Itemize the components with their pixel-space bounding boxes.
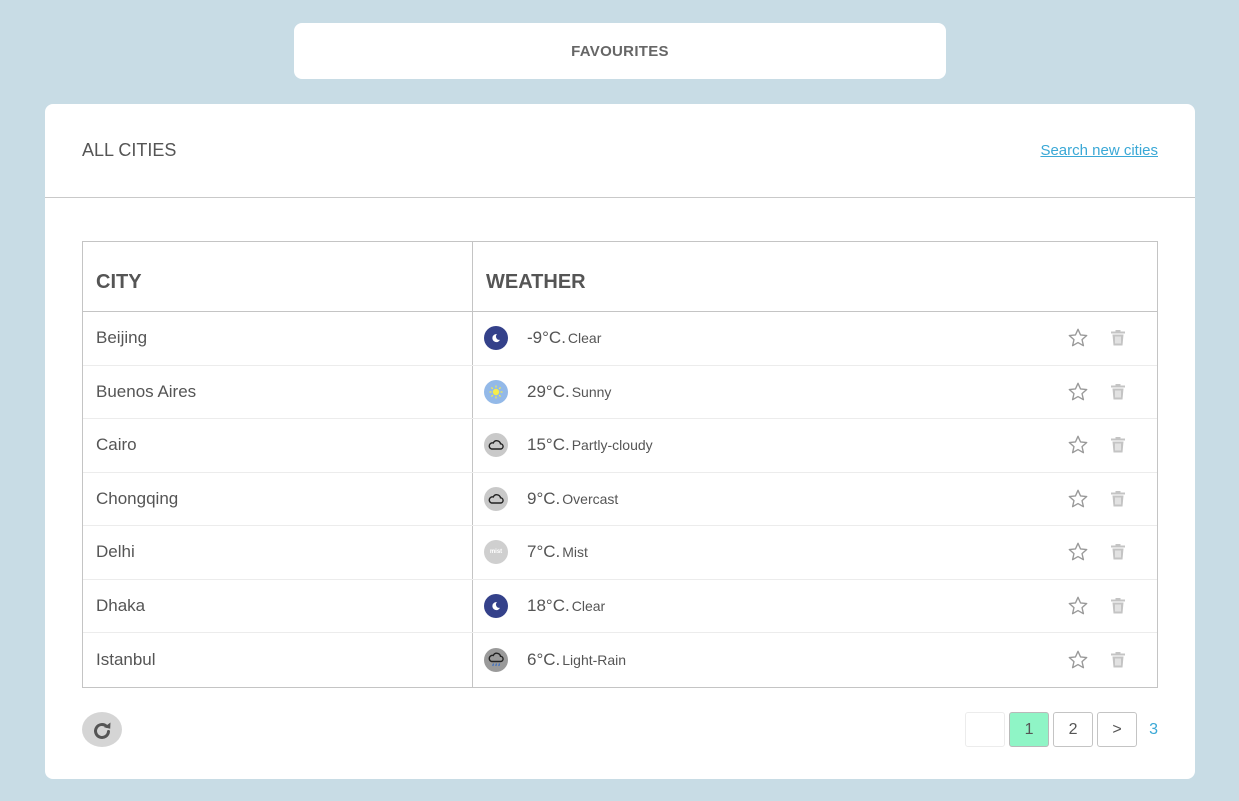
- city-name: Buenos Aires: [83, 365, 473, 418]
- refresh-button[interactable]: [82, 712, 122, 747]
- table-row: Chongqing 9°C. Overcast: [83, 472, 1157, 526]
- table-header: CITY WEATHER: [83, 242, 1157, 312]
- city-name: Delhi: [83, 526, 473, 579]
- row-actions: [1066, 312, 1130, 365]
- table-row: Beijing -9°C. Clear: [83, 312, 1157, 366]
- favourites-tab[interactable]: FAVOURITES: [294, 23, 946, 79]
- delete-trash-icon[interactable]: [1106, 487, 1130, 511]
- temperature: 18°C.: [527, 595, 570, 615]
- favourite-star-icon[interactable]: [1066, 380, 1090, 404]
- weather-condition: Mist: [562, 544, 588, 561]
- row-actions: [1066, 419, 1130, 472]
- city-name: Istanbul: [83, 633, 473, 687]
- mist-icon: mist: [484, 540, 508, 565]
- city-name: Dhaka: [83, 579, 473, 632]
- weather-condition: Partly-cloudy: [571, 437, 653, 454]
- city-name: Chongqing: [83, 472, 473, 525]
- row-actions: [1066, 633, 1130, 687]
- weather-cell: 18°C. Clear: [473, 580, 1157, 633]
- refresh-icon: [94, 722, 111, 739]
- cloud-icon: [484, 486, 508, 511]
- table-row: Dhaka 18°C. Clear: [83, 579, 1157, 633]
- favourite-star-icon[interactable]: [1066, 594, 1090, 618]
- moon-icon: [484, 593, 508, 618]
- temperature: 6°C.: [527, 649, 561, 669]
- temperature: 9°C.: [527, 488, 561, 508]
- delete-trash-icon[interactable]: [1106, 380, 1130, 404]
- temperature: 29°C.: [527, 381, 570, 401]
- city-name: Beijing: [83, 312, 473, 365]
- cloud-icon: [484, 433, 508, 458]
- weather-cell: mist 7°C. Mist: [473, 526, 1157, 579]
- weather-condition: Overcast: [562, 490, 619, 507]
- table-row: Cairo 15°C. Partly-cloudy: [83, 419, 1157, 473]
- temperature: 7°C.: [527, 542, 561, 562]
- table-row: Delhi mist 7°C. Mist: [83, 526, 1157, 580]
- favourites-label: FAVOURITES: [571, 42, 669, 60]
- weather-condition: Clear: [567, 330, 602, 347]
- weather-condition: Clear: [571, 597, 606, 614]
- page-title: ALL CITIES: [82, 140, 177, 160]
- row-actions: [1066, 366, 1130, 419]
- favourite-star-icon[interactable]: [1066, 540, 1090, 564]
- temperature: -9°C.: [527, 328, 566, 348]
- favourite-star-icon[interactable]: [1066, 487, 1090, 511]
- column-header-weather: WEATHER: [486, 271, 586, 293]
- favourite-star-icon[interactable]: [1066, 433, 1090, 457]
- column-header-city: CITY: [83, 242, 473, 311]
- weather-cell: 29°C. Sunny: [473, 366, 1157, 419]
- weather-cell: -9°C. Clear: [473, 312, 1157, 365]
- favourite-star-icon[interactable]: [1066, 648, 1090, 672]
- row-actions: [1066, 526, 1130, 579]
- delete-trash-icon[interactable]: [1106, 540, 1130, 564]
- page-3-link[interactable]: 3: [1149, 721, 1158, 739]
- all-cities-card: ALL CITIES Search new cities CITY WEATHE…: [45, 104, 1195, 779]
- delete-trash-icon[interactable]: [1106, 433, 1130, 457]
- weather-condition: Light-Rain: [562, 651, 627, 668]
- delete-trash-icon[interactable]: [1106, 594, 1130, 618]
- search-new-cities-link[interactable]: Search new cities: [1040, 142, 1158, 159]
- temperature: 15°C.: [527, 435, 570, 455]
- city-name: Cairo: [83, 419, 473, 472]
- table-row: Buenos Aires 29°C. Sunny: [83, 365, 1157, 419]
- cities-table: CITY WEATHER Beijing -9°C. Clear Buenos Air…: [82, 241, 1158, 688]
- sun-icon: [484, 379, 508, 404]
- moon-icon: [484, 326, 508, 351]
- table-row: Istanbul 6°C. Light-Rain: [83, 633, 1157, 687]
- card-header: ALL CITIES Search new cities: [45, 104, 1195, 198]
- pagination: 1 2 > 3: [965, 712, 1158, 747]
- delete-trash-icon[interactable]: [1106, 648, 1130, 672]
- weather-cell: 15°C. Partly-cloudy: [473, 419, 1157, 472]
- weather-condition: Sunny: [571, 383, 612, 400]
- row-actions: [1066, 473, 1130, 526]
- page-next-button[interactable]: >: [1097, 712, 1138, 747]
- page-prev-button[interactable]: [965, 712, 1006, 747]
- weather-cell: 9°C. Overcast: [473, 473, 1157, 526]
- page-2-button[interactable]: 2: [1053, 712, 1094, 747]
- row-actions: [1066, 580, 1130, 633]
- delete-trash-icon[interactable]: [1106, 326, 1130, 350]
- table-body: Beijing -9°C. Clear Buenos Aires 29°C. Sunny C…: [83, 312, 1157, 687]
- page-1-button[interactable]: 1: [1009, 712, 1050, 747]
- weather-cell: 6°C. Light-Rain: [473, 633, 1157, 687]
- favourite-star-icon[interactable]: [1066, 326, 1090, 350]
- rain-cloud-icon: [484, 647, 508, 672]
